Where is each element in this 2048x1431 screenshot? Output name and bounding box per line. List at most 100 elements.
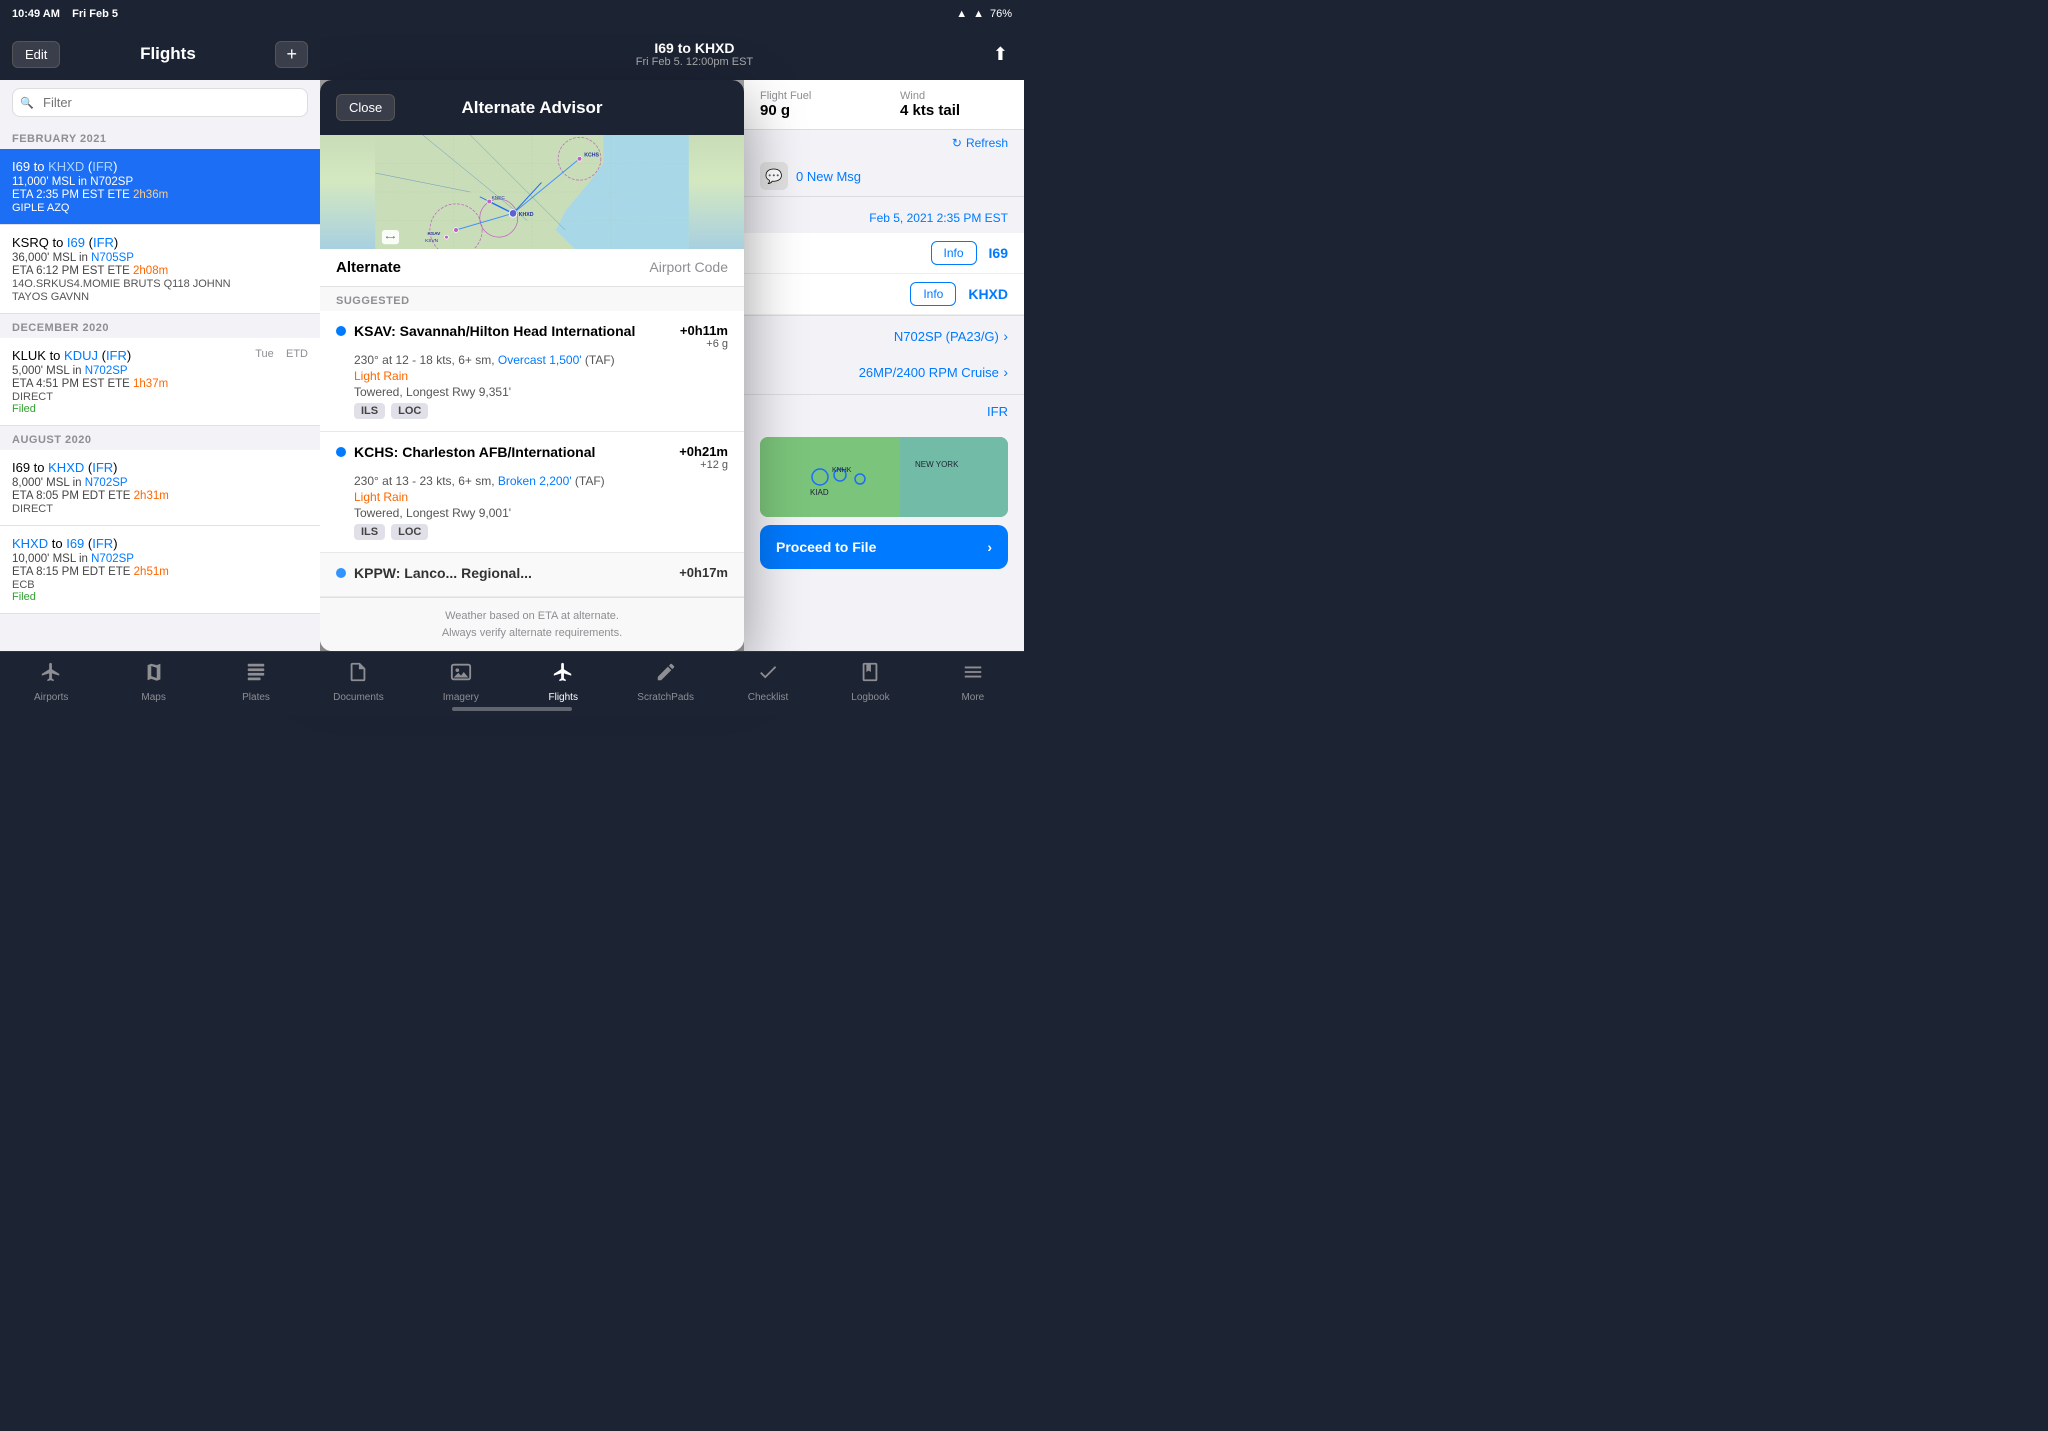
- flight-item-ksrq-i69[interactable]: KSRQ to I69 (IFR) 36,000' MSL in N705SP …: [0, 225, 320, 314]
- nav-maps[interactable]: Maps: [102, 661, 204, 707]
- dep-info-button[interactable]: Info: [931, 241, 977, 265]
- aircraft-link: N702SP (PA23/G): [894, 329, 999, 344]
- proceed-to-file-button[interactable]: Proceed to File ›: [760, 525, 1008, 569]
- maps-label: Maps: [141, 692, 165, 703]
- blue-dot-2: [336, 447, 346, 457]
- documents-icon: [347, 661, 369, 689]
- alt-weather-ksav: 230° at 12 - 18 kts, 6+ sm, Overcast 1,5…: [354, 353, 728, 367]
- svg-text:KNHK: KNHK: [832, 467, 852, 474]
- svg-text:⟷: ⟷: [386, 235, 396, 242]
- cruise-row[interactable]: 26MP/2400 RPM Cruise ›: [744, 358, 1024, 394]
- plates-icon: [245, 661, 267, 689]
- edit-button[interactable]: Edit: [12, 41, 60, 68]
- arr-info-button[interactable]: Info: [910, 282, 956, 306]
- tag-loc: LOC: [391, 403, 428, 419]
- close-modal-button[interactable]: Close: [336, 94, 395, 121]
- nav-airports[interactable]: Airports: [0, 661, 102, 707]
- section-header-aug2020: AUGUST 2020: [0, 426, 320, 450]
- flight-detail-alt: 11,000' MSL in N702SP: [12, 176, 308, 188]
- flight-detail-eta: ETA 4:51 PM EST ETE 1h37m: [12, 378, 308, 390]
- modal-footer: Weather based on ETA at alternate. Alway…: [320, 597, 744, 651]
- nav-flights[interactable]: Flights: [512, 661, 614, 707]
- filed-badge: Filed: [12, 403, 308, 415]
- table-col-alternate: Alternate: [336, 259, 401, 276]
- sidebar-header: Edit Flights +: [0, 28, 320, 80]
- main-header: I69 to KHXD Fri Feb 5. 12:00pm EST ⬆: [320, 28, 1024, 80]
- header-datetime: Fri Feb 5. 12:00pm EST: [636, 56, 753, 68]
- nav-logbook[interactable]: Logbook: [819, 661, 921, 707]
- modal-overlay: Close Alternate Advisor: [320, 80, 744, 651]
- flight-detail-alt: 8,000' MSL in N702SP: [12, 477, 308, 489]
- flight-waypoints: 14O.SRKUS4.MOMIE BRUTS Q118 JOHNN: [12, 278, 308, 290]
- flight-item-khxd-i69-aug[interactable]: KHXD to I69 (IFR) 10,000' MSL in N702SP …: [0, 526, 320, 614]
- cruise-link: 26MP/2400 RPM Cruise: [859, 365, 999, 380]
- alt-item-ksav[interactable]: KSAV: Savannah/Hilton Head International…: [320, 311, 744, 432]
- nav-imagery[interactable]: Imagery: [410, 661, 512, 707]
- fuel-label: Flight Fuel: [760, 90, 868, 102]
- flight-item-kluk-kduj[interactable]: Tue ETD KLUK to KDUJ (IFR) 5,000' MSL in…: [0, 338, 320, 426]
- flights-label: Flights: [549, 692, 578, 703]
- flight-item-i69-khxd-active[interactable]: I69 to KHXD (IFR) 11,000' MSL in N702SP …: [0, 149, 320, 225]
- msg-row[interactable]: 💬 0 New Msg: [744, 156, 1024, 196]
- flight-waypoints: GIPLE AZQ: [12, 202, 308, 214]
- share-button[interactable]: ⬆: [993, 44, 1008, 65]
- flight-route: KHXD to I69 (IFR): [12, 536, 308, 551]
- fuel-wind-row: Flight Fuel 90 g Wind 4 kts tail: [744, 80, 1024, 130]
- svg-text:KIAD: KIAD: [810, 488, 829, 497]
- section-header-feb2021: FEBRUARY 2021: [0, 125, 320, 149]
- airports-icon: [40, 661, 62, 689]
- search-input[interactable]: [12, 88, 308, 117]
- nav-plates[interactable]: Plates: [205, 661, 307, 707]
- alt-item-kchs[interactable]: KCHS: Charleston AFB/International +0h21…: [320, 432, 744, 553]
- nav-documents[interactable]: Documents: [307, 661, 409, 707]
- flight-item-i69-khxd-aug[interactable]: I69 to KHXD (IFR) 8,000' MSL in N702SP E…: [0, 450, 320, 526]
- alt-name-ksav: KSAV: Savannah/Hilton Head International: [336, 323, 635, 339]
- blue-dot: [336, 326, 346, 336]
- section-header-dec2020: DECEMBER 2020: [0, 314, 320, 338]
- flight-waypoints: DIRECT: [12, 391, 308, 403]
- tag-ils-2: ILS: [354, 524, 385, 540]
- dep-info-row: Info I69: [744, 233, 1024, 274]
- filed-badge-2: Filed: [12, 591, 308, 603]
- svg-text:NEW YORK: NEW YORK: [915, 460, 959, 469]
- flight-detail-eta: ETA 8:05 PM EDT ETE 2h31m: [12, 490, 308, 502]
- tag-ils: ILS: [354, 403, 385, 419]
- ifr-row: IFR: [744, 395, 1024, 429]
- refresh-row: ↻ Refresh: [744, 130, 1024, 156]
- fuel-value: 90 g: [760, 102, 868, 119]
- alternate-advisor-modal: Close Alternate Advisor: [320, 80, 744, 651]
- more-label: More: [961, 692, 984, 703]
- footer-line2: Always verify alternate requirements.: [336, 625, 728, 642]
- refresh-button[interactable]: ↻ Refresh: [952, 136, 1008, 150]
- mini-map[interactable]: KIAD NEW YORK KNHK: [760, 437, 1008, 517]
- scratchpads-label: ScratchPads: [637, 692, 694, 703]
- nav-scratchpads[interactable]: ScratchPads: [614, 661, 716, 707]
- wifi-icon: ▲: [956, 8, 967, 20]
- sidebar: Edit Flights + FEBRUARY 2021 I69 to KHXD…: [0, 28, 320, 651]
- svg-text:KNEC: KNEC: [492, 195, 506, 201]
- flight-list: FEBRUARY 2021 I69 to KHXD (IFR) 11,000' …: [0, 125, 320, 653]
- alt-item-kppw[interactable]: KPPW: Lanco... Regional... +0h17m: [320, 553, 744, 597]
- status-time: 10:49 AM Fri Feb 5: [12, 8, 118, 20]
- fuel-delta-kchs: +12 g: [679, 459, 728, 471]
- right-panel: Flight Fuel 90 g Wind 4 kts tail ↻ Refre…: [744, 80, 1024, 651]
- flight-waypoints-2: TAYOS GAVNN: [12, 291, 308, 303]
- fuel-cell: Flight Fuel 90 g: [744, 80, 884, 129]
- flights-nav-icon: [552, 661, 574, 689]
- nav-checklist[interactable]: Checklist: [717, 661, 819, 707]
- signal-icon: ▲: [973, 8, 984, 20]
- logbook-label: Logbook: [851, 692, 889, 703]
- aircraft-row[interactable]: N702SP (PA23/G) ›: [744, 316, 1024, 358]
- svg-text:KSVN: KSVN: [425, 238, 439, 244]
- alt-rain-ksav: Light Rain: [354, 369, 728, 383]
- footer-line1: Weather based on ETA at alternate.: [336, 608, 728, 625]
- search-bar: [0, 80, 320, 125]
- flight-detail-alt: 10,000' MSL in N702SP: [12, 553, 308, 565]
- status-right: ▲ ▲ 76%: [956, 8, 1012, 20]
- svg-text:KHXD: KHXD: [519, 212, 534, 218]
- nav-more[interactable]: More: [922, 661, 1024, 707]
- add-flight-button[interactable]: +: [275, 41, 308, 68]
- flight-route: I69 to KHXD (IFR): [12, 159, 308, 174]
- date-row: Feb 5, 2021 2:35 PM EST: [744, 197, 1024, 233]
- wind-value: 4 kts tail: [900, 102, 1008, 119]
